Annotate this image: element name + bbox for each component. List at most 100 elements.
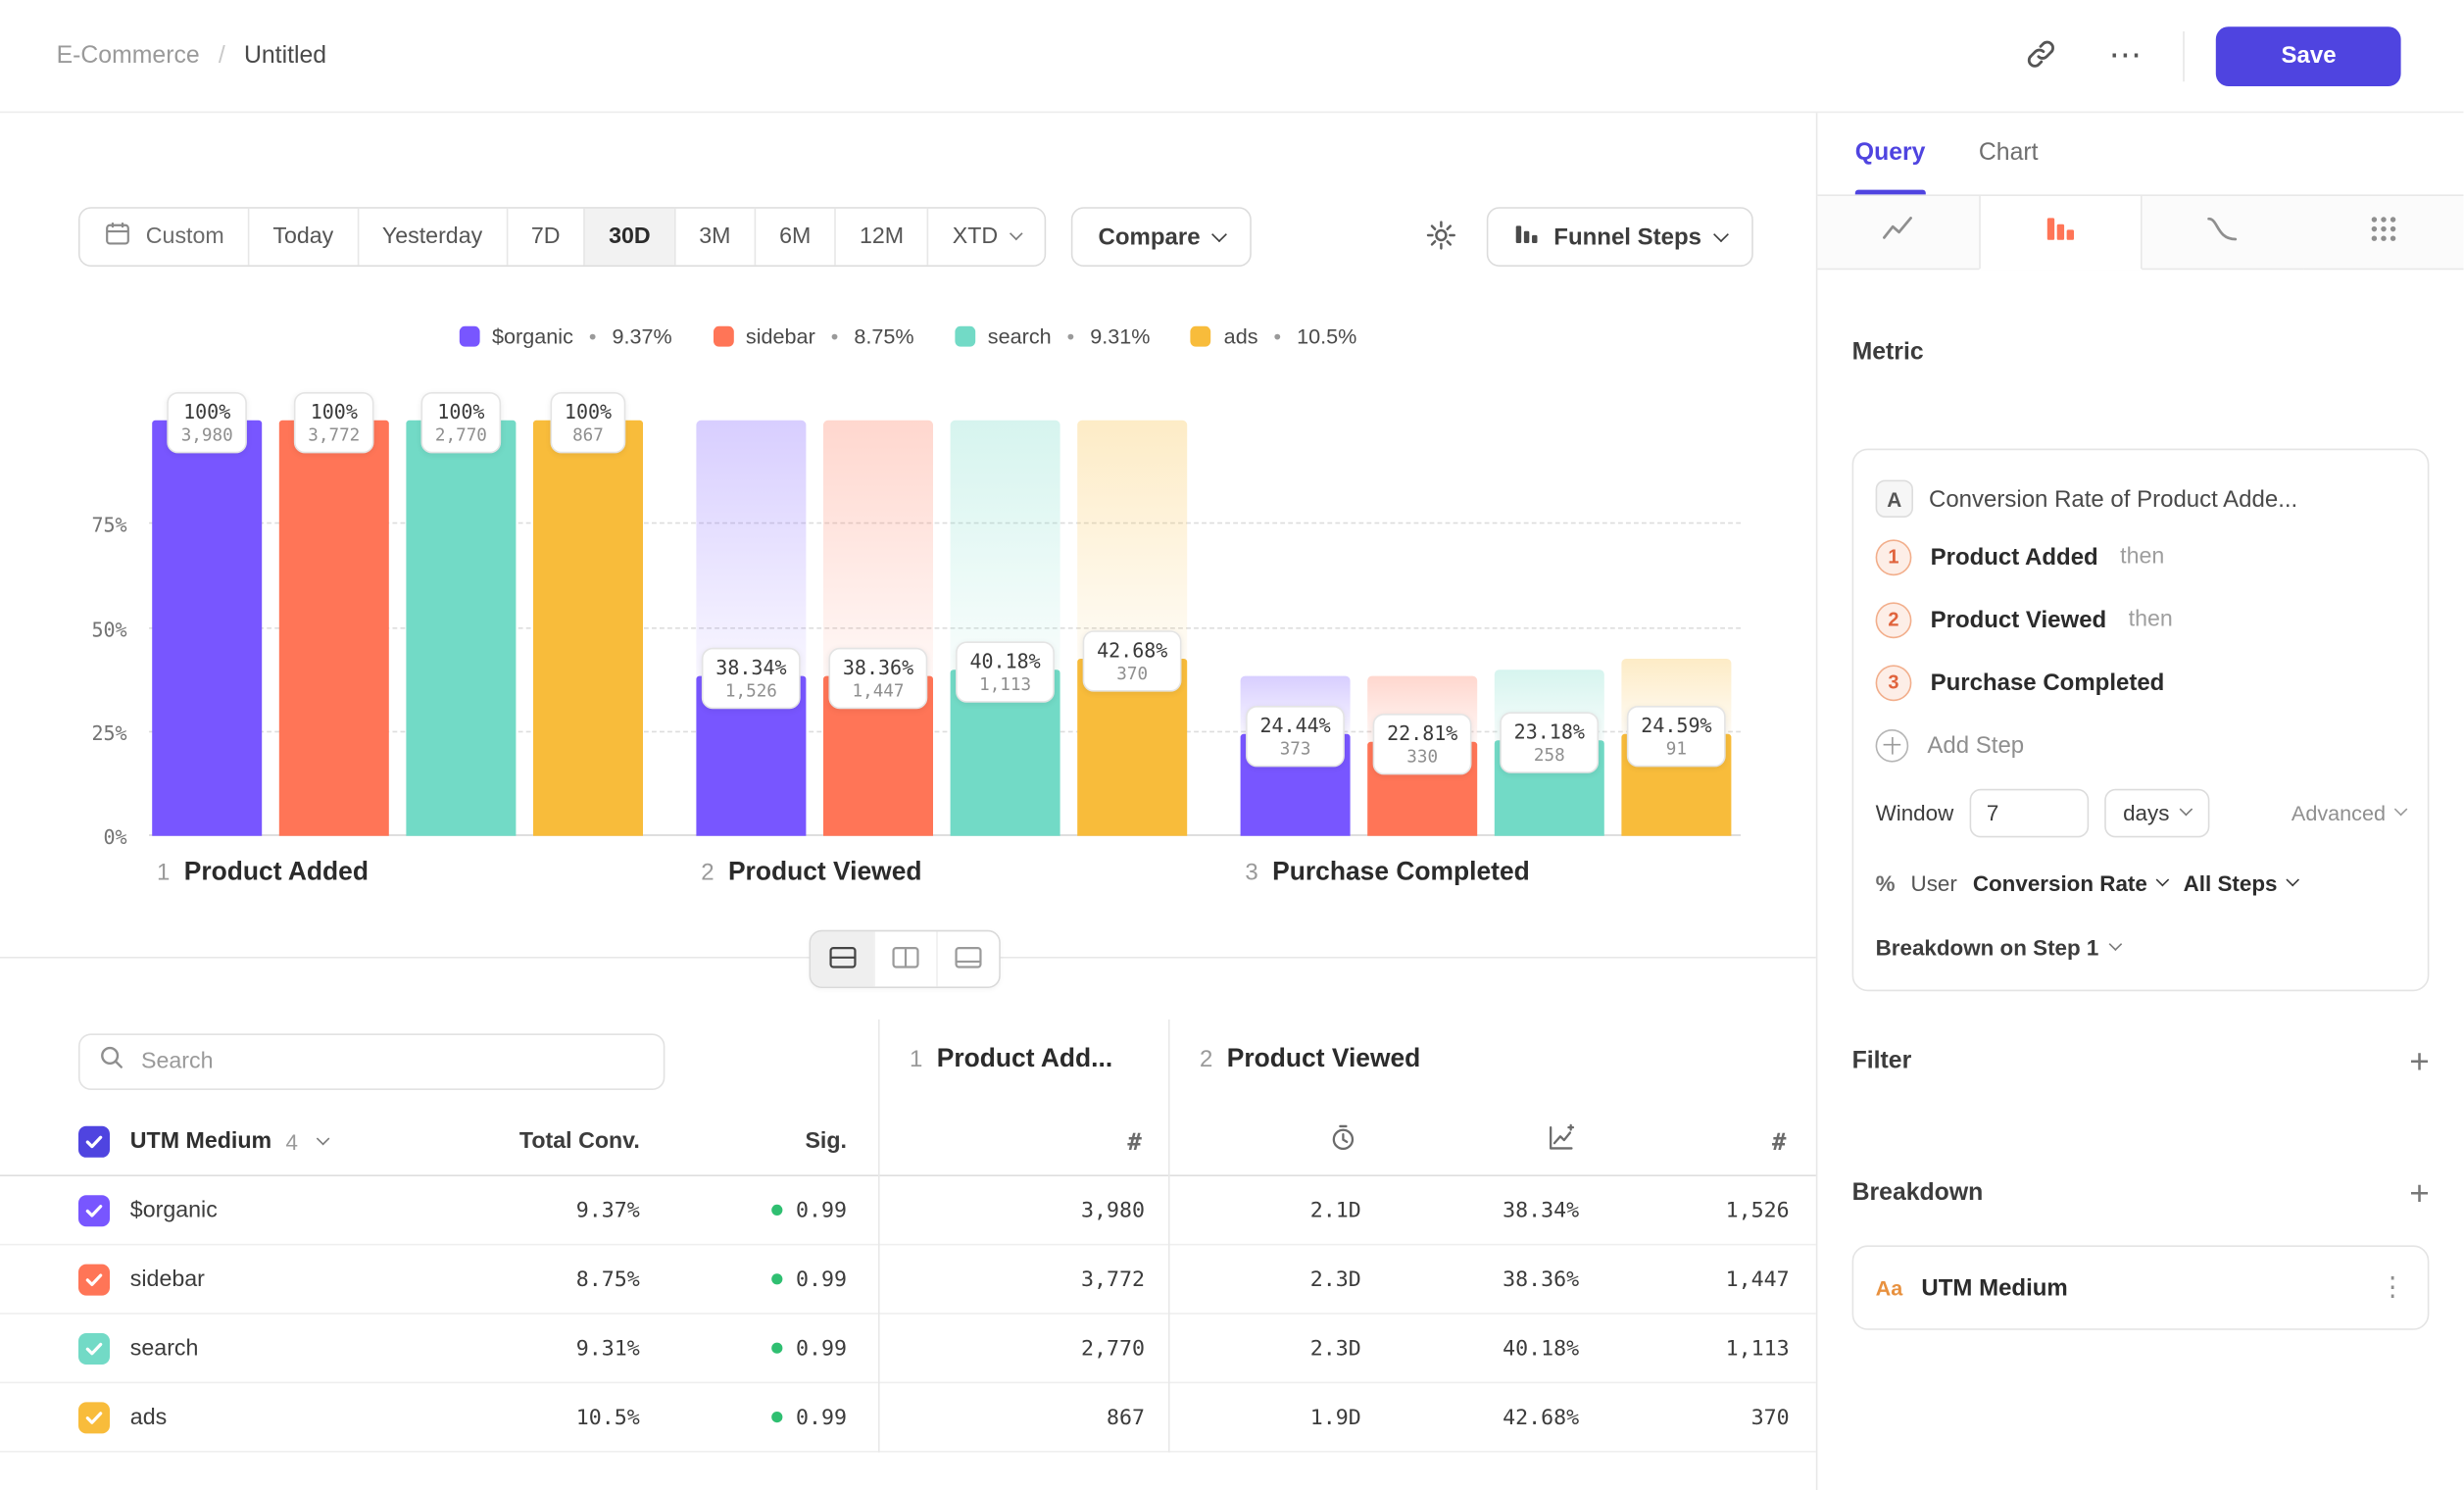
table-row[interactable]: ads10.5%0.998671.9D42.68%370 bbox=[0, 1383, 1816, 1452]
sig-dot-icon bbox=[772, 1343, 783, 1354]
funnel-bar[interactable] bbox=[533, 421, 643, 836]
breakdown-section-label: Breakdown bbox=[1852, 1179, 1984, 1208]
tab-insights[interactable] bbox=[1817, 196, 1978, 270]
layout-bottom-panel-button[interactable] bbox=[936, 931, 999, 986]
advanced-toggle[interactable]: Advanced bbox=[2292, 801, 2406, 824]
legend-item[interactable]: search•9.31% bbox=[955, 323, 1150, 347]
funnel-bar[interactable] bbox=[823, 421, 933, 836]
total-conv-header[interactable]: Total Conv. bbox=[470, 1128, 640, 1154]
tab-funnels[interactable] bbox=[1979, 196, 2143, 270]
measure-scope-select[interactable]: All Steps bbox=[2184, 870, 2298, 896]
funnel-bar[interactable] bbox=[406, 421, 516, 836]
chevron-down-icon[interactable] bbox=[317, 1131, 330, 1145]
step2-time-header[interactable] bbox=[1145, 1122, 1361, 1160]
range-30d[interactable]: 30D bbox=[584, 209, 674, 266]
layout-split-vertical-button[interactable] bbox=[873, 931, 936, 986]
metric-letter-badge: A bbox=[1876, 480, 1913, 518]
query-step[interactable]: 3Purchase Completed bbox=[1876, 651, 2406, 714]
breakdown-item[interactable]: Aa UTM Medium ⋮ bbox=[1852, 1245, 2430, 1329]
row-checkbox[interactable] bbox=[78, 1402, 110, 1433]
range-custom[interactable]: Custom bbox=[80, 209, 248, 266]
funnel-bar[interactable] bbox=[152, 421, 262, 836]
range-today[interactable]: Today bbox=[248, 209, 358, 266]
tab-chart[interactable]: Chart bbox=[1979, 113, 2039, 194]
measure-entity[interactable]: User bbox=[1911, 870, 1957, 896]
step2-conv-header[interactable] bbox=[1361, 1122, 1579, 1160]
step-name: Product Viewed bbox=[1931, 606, 2107, 632]
range-12m[interactable]: 12M bbox=[834, 209, 927, 266]
range-label: Today bbox=[272, 224, 333, 250]
query-step[interactable]: 1Product Addedthen bbox=[1876, 525, 2406, 588]
table-row[interactable]: search9.31%0.992,7702.3D40.18%1,113 bbox=[0, 1315, 1816, 1383]
more-menu-button[interactable]: ⋯ bbox=[2098, 29, 2151, 82]
row-checkbox[interactable] bbox=[78, 1264, 110, 1295]
funnel-bar[interactable] bbox=[951, 421, 1060, 836]
measure-metric-select[interactable]: Conversion Rate bbox=[1973, 870, 2168, 896]
legend-separator: • bbox=[831, 323, 839, 347]
chart-type-label: Funnel Steps bbox=[1553, 224, 1701, 250]
breadcrumb-parent[interactable]: E-Commerce bbox=[57, 41, 200, 70]
legend-item[interactable]: sidebar•8.75% bbox=[713, 323, 913, 347]
chart-type-select[interactable]: Funnel Steps bbox=[1487, 207, 1753, 267]
sig-value: 0.99 bbox=[796, 1335, 847, 1361]
funnel-bar[interactable] bbox=[1621, 421, 1731, 836]
compare-button[interactable]: Compare bbox=[1071, 207, 1252, 267]
window-unit-select[interactable]: days bbox=[2104, 788, 2210, 837]
table-step1-header[interactable]: 1 Product Add... bbox=[910, 1045, 1112, 1074]
tab-retention[interactable] bbox=[2143, 196, 2303, 270]
search-input[interactable] bbox=[141, 1049, 645, 1074]
window-value-input[interactable] bbox=[1969, 788, 2089, 837]
step-number: 1 bbox=[910, 1046, 922, 1072]
range-3m[interactable]: 3M bbox=[674, 209, 755, 266]
range-7d[interactable]: 7D bbox=[506, 209, 583, 266]
funnel-bar-value-label: 40.18%1,113 bbox=[956, 641, 1055, 702]
step1-count-header[interactable]: # bbox=[847, 1127, 1145, 1156]
advanced-label: Advanced bbox=[2292, 801, 2386, 824]
row-checkbox[interactable] bbox=[78, 1194, 110, 1225]
query-step[interactable]: 2Product Viewedthen bbox=[1876, 588, 2406, 651]
funnel-bar-value-label: 42.68%370 bbox=[1083, 630, 1182, 691]
select-all-checkbox[interactable] bbox=[78, 1125, 110, 1157]
table-row[interactable]: sidebar8.75%0.993,7722.3D38.36%1,447 bbox=[0, 1245, 1816, 1314]
report-title[interactable]: Untitled bbox=[244, 41, 326, 70]
add-step-button[interactable]: Add Step bbox=[1876, 714, 2406, 776]
funnel-bar[interactable] bbox=[1241, 421, 1351, 836]
funnel-bar-count: 3,980 bbox=[181, 425, 233, 446]
funnel-bar-dropoff-ghost bbox=[823, 421, 933, 676]
sig-header[interactable]: Sig. bbox=[640, 1128, 847, 1154]
report-type-tabs bbox=[1817, 194, 2464, 270]
table-step2-header[interactable]: 2 Product Viewed bbox=[1200, 1045, 1420, 1074]
funnel-bar[interactable] bbox=[1077, 421, 1187, 836]
breakdown-on-step-select[interactable]: Breakdown on Step 1 bbox=[1876, 918, 2406, 977]
step2-count-header[interactable]: # bbox=[1579, 1127, 1789, 1156]
range-xtd[interactable]: XTD bbox=[927, 209, 1045, 266]
kebab-menu-icon[interactable]: ⋮ bbox=[2380, 1272, 2406, 1304]
funnel-bar[interactable] bbox=[1495, 421, 1604, 836]
share-link-button[interactable] bbox=[2014, 29, 2067, 82]
legend-item[interactable]: ads•10.5% bbox=[1191, 323, 1356, 347]
funnel-bar-pct: 100% bbox=[181, 400, 233, 423]
chart-settings-button[interactable] bbox=[1414, 210, 1467, 263]
funnel-bar-value-label: 100%867 bbox=[551, 392, 626, 453]
tab-query[interactable]: Query bbox=[1855, 113, 1926, 194]
tab-flows[interactable] bbox=[2303, 196, 2464, 270]
funnel-bar-value-label: 38.36%1,447 bbox=[828, 648, 927, 709]
sig-value: 0.99 bbox=[796, 1266, 847, 1292]
save-button[interactable]: Save bbox=[2216, 25, 2401, 85]
legend-item[interactable]: $organic•9.37% bbox=[459, 323, 671, 347]
percent-icon[interactable]: % bbox=[1876, 870, 1896, 896]
row-step2-count: 1,447 bbox=[1579, 1266, 1789, 1292]
range-yesterday[interactable]: Yesterday bbox=[357, 209, 506, 266]
metric-title-row[interactable]: A Conversion Rate of Product Adde... bbox=[1876, 472, 2406, 525]
layout-split-horizontal-button[interactable] bbox=[811, 931, 873, 986]
funnel-bar[interactable] bbox=[696, 421, 806, 836]
funnel-bar-dropoff-ghost bbox=[696, 421, 806, 676]
row-checkbox[interactable] bbox=[78, 1332, 110, 1364]
legend-swatch-icon bbox=[459, 325, 479, 346]
funnel-bar[interactable] bbox=[279, 421, 389, 836]
group-by-label[interactable]: UTM Medium bbox=[130, 1128, 271, 1154]
range-6m[interactable]: 6M bbox=[755, 209, 835, 266]
add-filter-button[interactable]: + bbox=[2409, 1045, 2430, 1079]
add-breakdown-button[interactable]: + bbox=[2409, 1176, 2430, 1211]
table-row[interactable]: $organic9.37%0.993,9802.1D38.34%1,526 bbox=[0, 1176, 1816, 1245]
